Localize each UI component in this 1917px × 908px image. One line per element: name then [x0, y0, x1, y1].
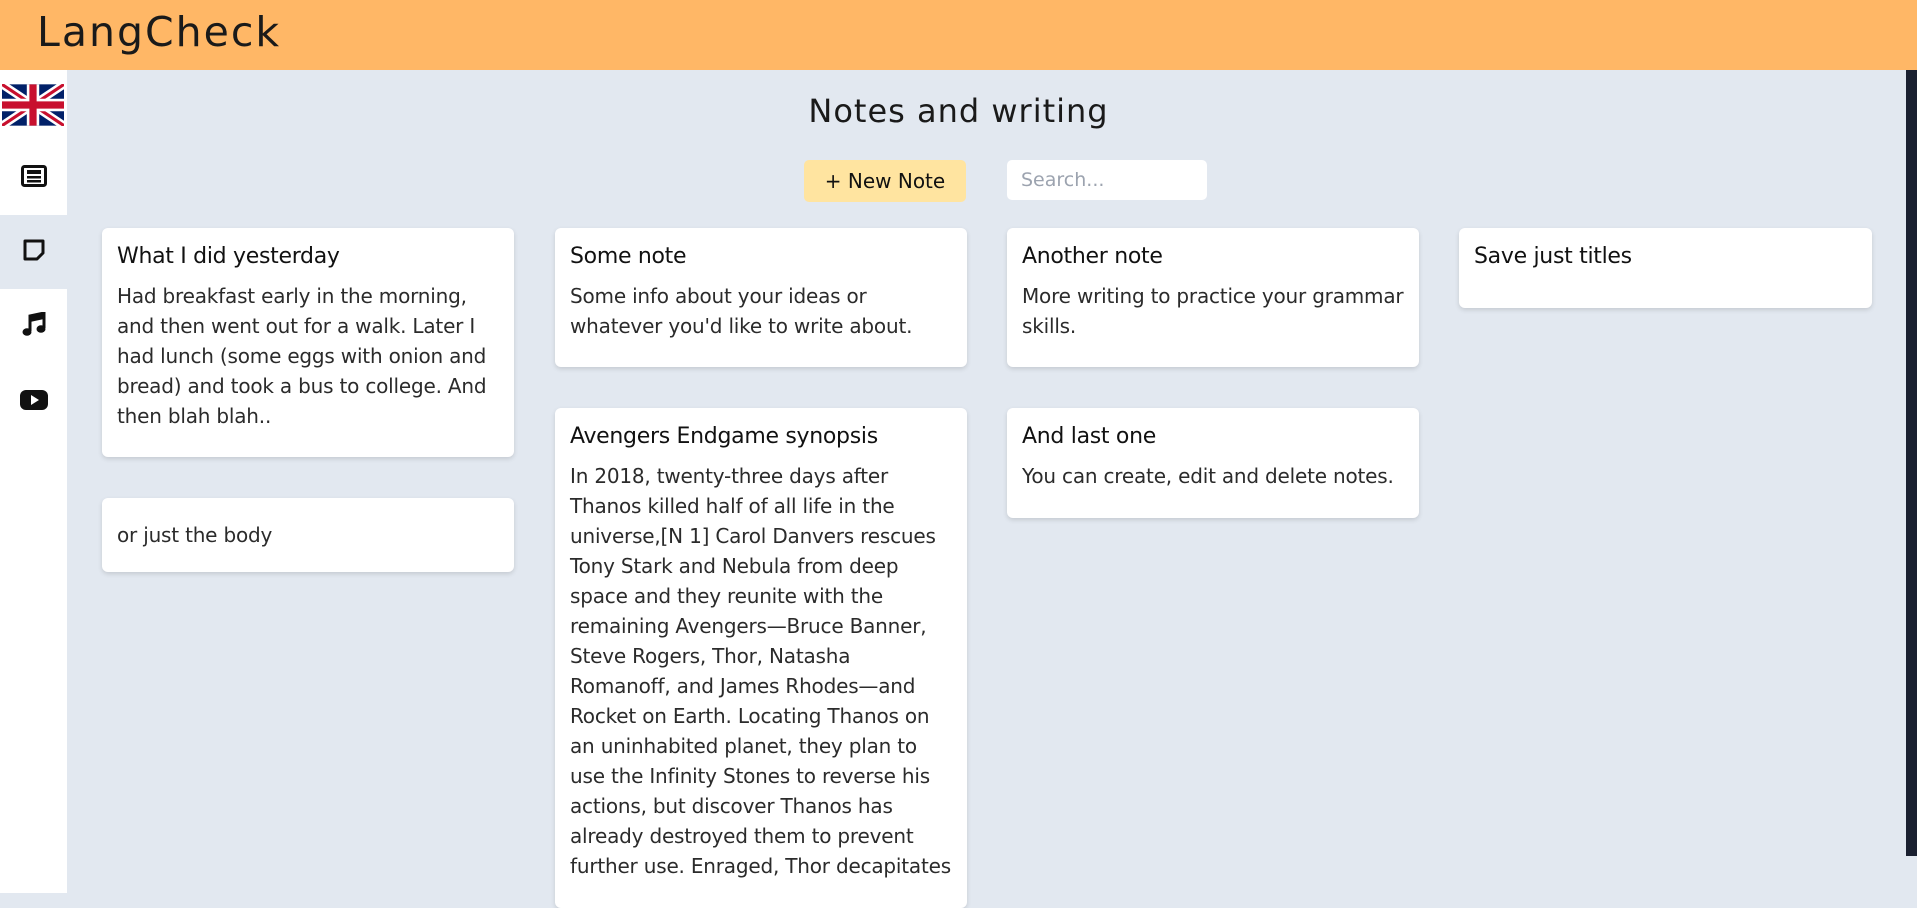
- note-body: In 2018, twenty-three days after Thanos …: [570, 464, 951, 878]
- note-title: What I did yesterday: [117, 244, 340, 269]
- note-title: Some note: [570, 244, 687, 269]
- note-card[interactable]: Another note More writing to practice yo…: [1007, 228, 1419, 367]
- note-title: And last one: [1022, 424, 1156, 449]
- youtube-icon: [19, 389, 48, 415]
- scrollbar[interactable]: [1906, 70, 1917, 856]
- top-bar: LangCheck: [0, 0, 1917, 70]
- sidebar-item-news[interactable]: [0, 141, 67, 215]
- note-body: Had breakfast early in the morning, and …: [117, 284, 487, 428]
- sidebar-item-music[interactable]: [0, 290, 67, 364]
- note-card[interactable]: What I did yesterday Had breakfast early…: [102, 228, 514, 457]
- sidebar-item-notes[interactable]: [0, 215, 67, 289]
- music-note-icon: [22, 310, 46, 343]
- sidebar-item-video[interactable]: [0, 365, 67, 439]
- newspaper-icon: [20, 164, 47, 193]
- note-title: Another note: [1022, 244, 1163, 269]
- note-card[interactable]: Avengers Endgame synopsis In 2018, twent…: [555, 408, 967, 908]
- note-title: Avengers Endgame synopsis: [570, 424, 878, 449]
- note-card[interactable]: And last one You can create, edit and de…: [1007, 408, 1419, 518]
- note-body: or just the body: [117, 523, 273, 547]
- note-icon: [22, 238, 46, 267]
- page-title: Notes and writing: [808, 92, 1109, 130]
- note-card[interactable]: or just the body: [102, 498, 514, 572]
- note-body: You can create, edit and delete notes.: [1022, 464, 1394, 488]
- note-title: Save just titles: [1474, 244, 1632, 269]
- note-body: More writing to practice your grammar sk…: [1022, 284, 1404, 338]
- note-card[interactable]: Save just titles: [1459, 228, 1872, 308]
- note-body: Some info about your ideas or whatever y…: [570, 284, 913, 338]
- note-card[interactable]: Some note Some info about your ideas or …: [555, 228, 967, 367]
- app-brand[interactable]: LangCheck: [37, 8, 281, 56]
- search-input[interactable]: [1007, 160, 1207, 200]
- new-note-button[interactable]: + New Note: [804, 160, 966, 202]
